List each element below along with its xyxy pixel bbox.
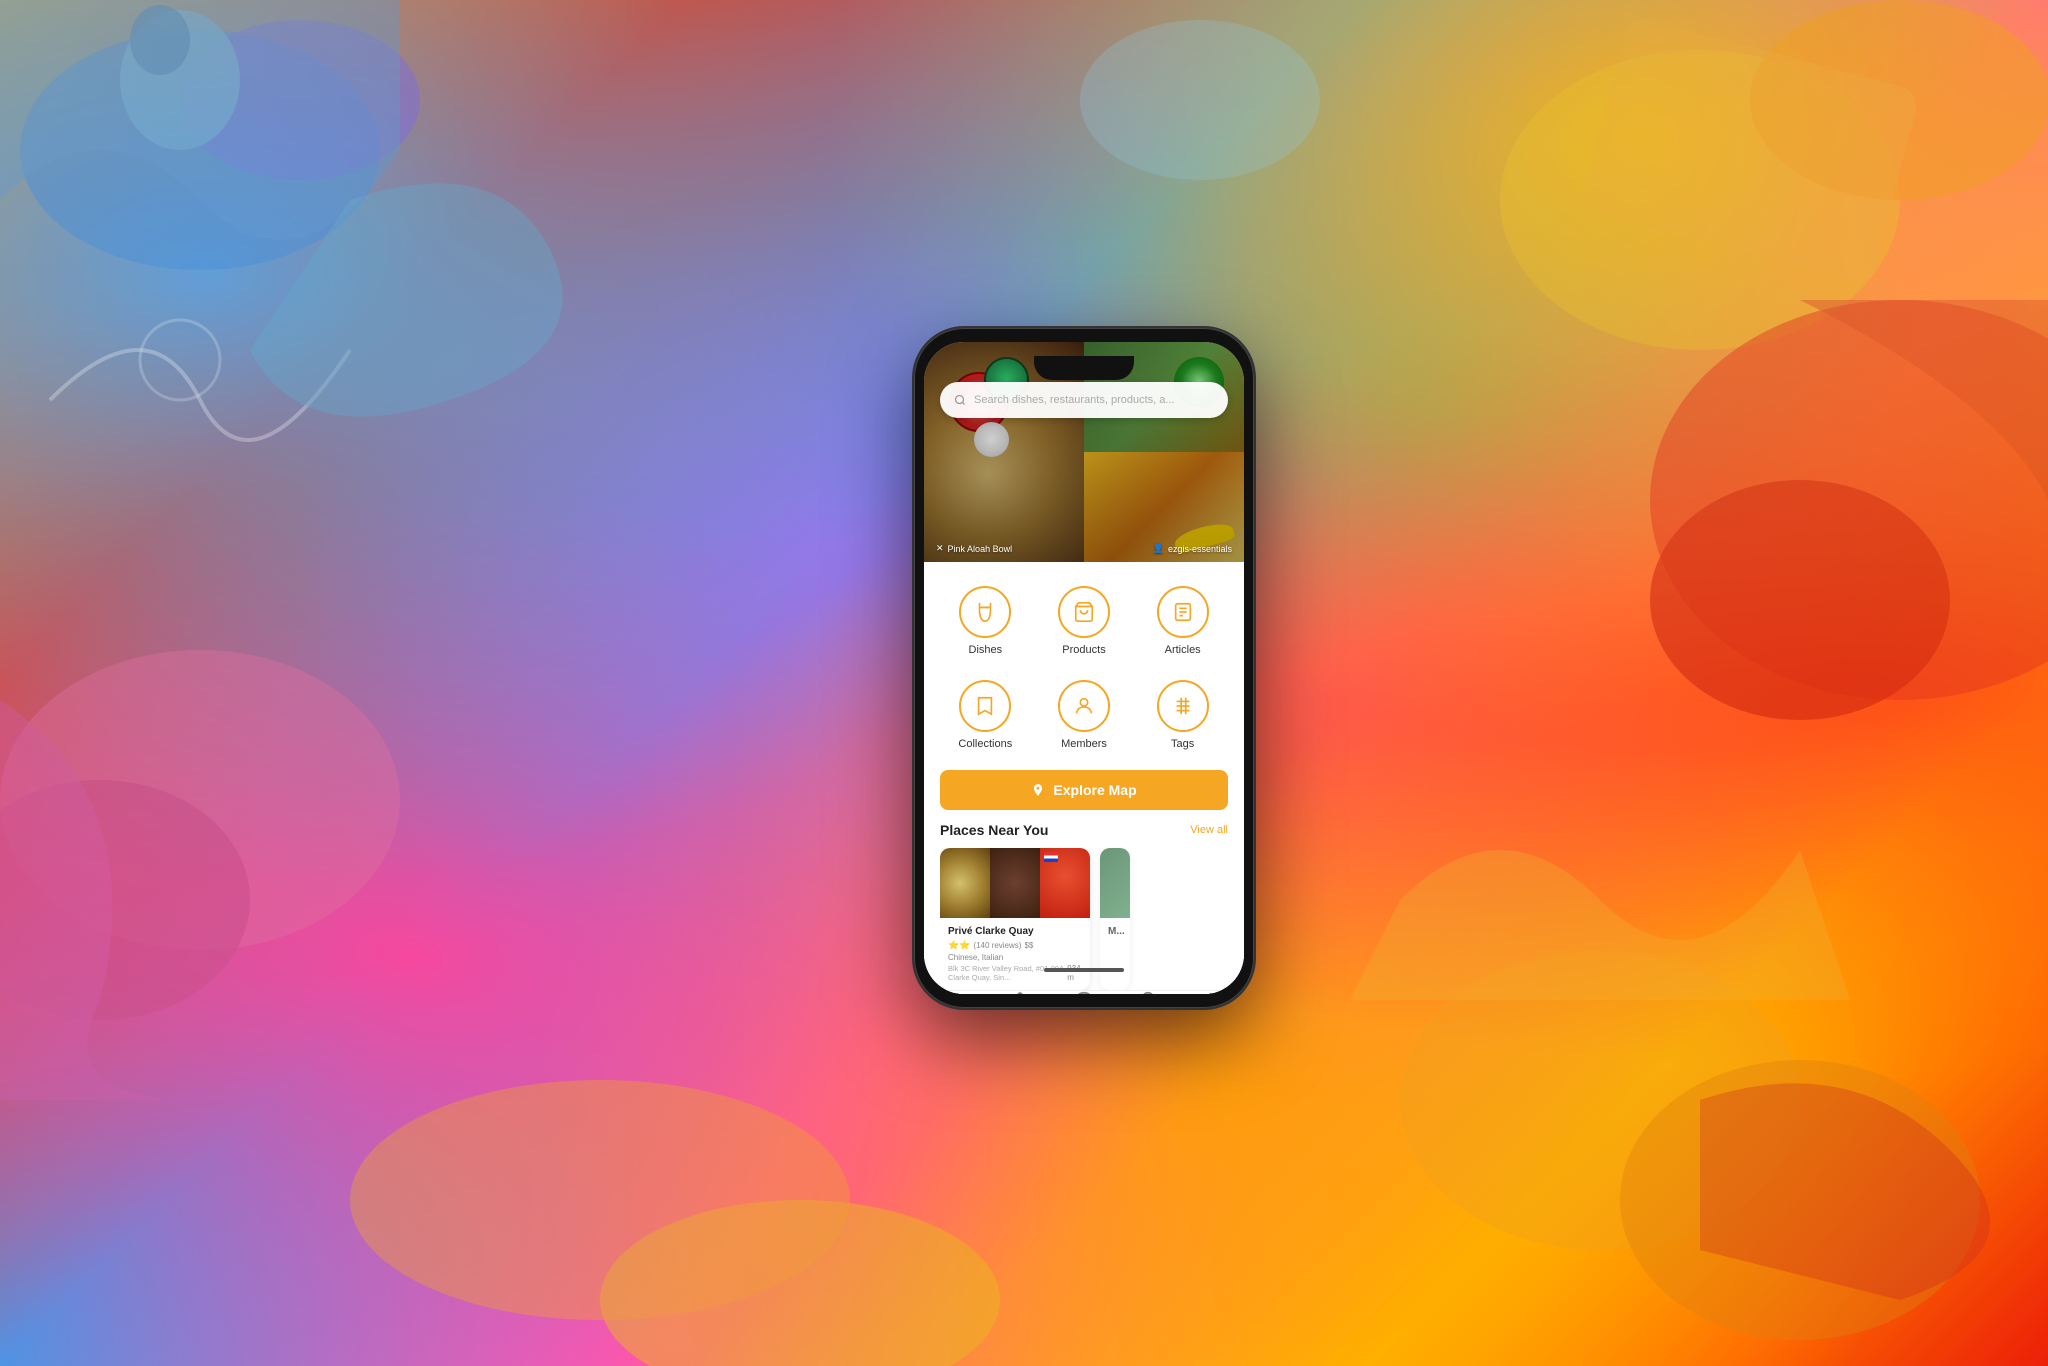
place-meta: ⭐⭐ (140 reviews) $$ [948, 940, 1082, 951]
search-bar[interactable]: Search dishes, restaurants, products, a.… [940, 382, 1228, 418]
nav-profile[interactable] [1201, 991, 1223, 994]
bottom-nav [924, 990, 1244, 994]
category-section: Dishes [924, 562, 1244, 766]
place-name: Privé Clarke Quay [948, 926, 1082, 937]
articles-icon-circle [1157, 586, 1209, 638]
members-label: Members [1061, 738, 1107, 750]
products-icon [1073, 601, 1095, 623]
place-img-3 [1040, 848, 1090, 918]
nav-home[interactable] [1009, 991, 1031, 994]
products-icon-circle [1058, 586, 1110, 638]
reviews-count: (140 reviews) [973, 941, 1021, 950]
place-card-images-partial [1100, 848, 1130, 918]
tags-icon-circle [1157, 680, 1209, 732]
map-pin-icon [1031, 783, 1045, 797]
nav-search-icon [945, 991, 967, 994]
category-grid: Dishes [940, 578, 1228, 758]
members-icon [1073, 695, 1095, 717]
places-title: Places Near You [940, 822, 1048, 838]
explore-map-label: Explore Map [1053, 782, 1136, 798]
articles-label: Articles [1165, 644, 1201, 656]
nav-bell-icon [1137, 991, 1159, 994]
phone-device: Search dishes, restaurants, products, a.… [914, 328, 1254, 1008]
place-name-partial: M... [1108, 926, 1122, 937]
app-content: Search dishes, restaurants, products, a.… [924, 342, 1244, 994]
dishes-label: Dishes [969, 644, 1003, 656]
nav-add-icon [1073, 991, 1095, 994]
stars: ⭐⭐ [948, 940, 970, 951]
articles-icon [1172, 601, 1194, 623]
collections-label: Collections [958, 738, 1012, 750]
phone-home-bar [1044, 968, 1124, 972]
dishes-icon-circle [959, 586, 1011, 638]
fork-icon: ✕ [936, 543, 944, 554]
flag-indicator [1044, 852, 1058, 862]
nav-search[interactable] [945, 991, 967, 994]
explore-map-button[interactable]: Explore Map [940, 770, 1228, 810]
places-header: Places Near You View all [940, 822, 1228, 838]
cuisine-type: Chinese, Italian [948, 953, 1082, 962]
category-dishes[interactable]: Dishes [940, 578, 1031, 664]
nav-add[interactable] [1073, 991, 1095, 994]
view-all-link[interactable]: View all [1190, 824, 1228, 836]
place-bottom-row: Blk 3C River Valley Road, #01-09A Clarke… [948, 964, 1082, 982]
place-distance: 934 m [1067, 964, 1082, 982]
place-img-1 [940, 848, 990, 918]
dishes-icon [974, 601, 996, 623]
hero-caption-right: 👤 ezgis-essentials [1153, 543, 1232, 554]
place-img-2 [990, 848, 1040, 918]
tags-icon [1172, 695, 1194, 717]
category-articles[interactable]: Articles [1137, 578, 1228, 664]
nav-user-icon [1201, 991, 1223, 994]
main-content: Dishes [924, 562, 1244, 994]
nav-notifications[interactable] [1137, 991, 1159, 994]
members-icon-circle [1058, 680, 1110, 732]
category-tags[interactable]: Tags [1137, 672, 1228, 758]
tags-label: Tags [1171, 738, 1194, 750]
search-placeholder: Search dishes, restaurants, products, a.… [974, 394, 1214, 406]
place-card-images [940, 848, 1090, 918]
products-label: Products [1062, 644, 1105, 656]
phone-screen: Search dishes, restaurants, products, a.… [924, 342, 1244, 994]
collections-icon [974, 695, 996, 717]
category-collections[interactable]: Collections [940, 672, 1031, 758]
phone-notch [1034, 356, 1134, 380]
hero-caption: ✕ Pink Aloah Bowl 👤 ezgis-essentials [924, 543, 1244, 554]
place-img-partial [1100, 848, 1130, 918]
hero-caption-left: ✕ Pink Aloah Bowl [936, 543, 1012, 554]
scene-container: Search dishes, restaurants, products, a.… [0, 0, 2048, 1366]
user-small-icon: 👤 [1153, 543, 1164, 554]
place-card-info-partial: M... [1100, 918, 1130, 948]
search-icon [954, 394, 966, 406]
place-address: Blk 3C River Valley Road, #01-09A Clarke… [948, 964, 1067, 982]
nav-home-icon [1009, 991, 1031, 994]
price-tag: $$ [1024, 941, 1033, 950]
collections-icon-circle [959, 680, 1011, 732]
category-members[interactable]: Members [1039, 672, 1130, 758]
category-products[interactable]: Products [1039, 578, 1130, 664]
places-section: Places Near You View all [924, 822, 1244, 990]
place-card-info: Privé Clarke Quay ⭐⭐ (140 reviews) $$ Ch… [940, 918, 1090, 990]
